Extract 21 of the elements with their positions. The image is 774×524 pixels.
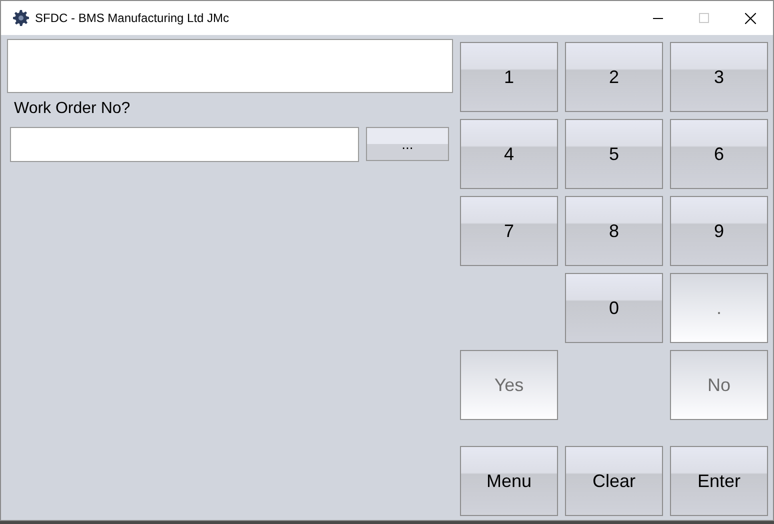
keypad-button[interactable]: 5 [565, 119, 663, 189]
keypad-button[interactable]: 1 [460, 42, 558, 112]
close-icon [744, 12, 756, 24]
keypad-button[interactable]: 7 [460, 196, 558, 266]
prompt-label: Work Order No? [14, 100, 132, 119]
keypad-button[interactable]: Menu [460, 446, 558, 516]
keypad-button[interactable]: 9 [670, 196, 768, 266]
keypad-button[interactable]: 6 [670, 119, 768, 189]
browse-button[interactable]: ... [366, 127, 449, 161]
maximize-icon [699, 13, 709, 23]
message-box[interactable] [7, 39, 453, 93]
keypad-button[interactable]: Enter [670, 446, 768, 516]
keypad-button[interactable]: 4 [460, 119, 558, 189]
keypad-button[interactable]: 0 [565, 273, 663, 343]
keypad-button[interactable]: Clear [565, 446, 663, 516]
keypad-button[interactable]: 2 [565, 42, 663, 112]
window-title: SFDC - BMS Manufacturing Ltd JMc [35, 11, 230, 25]
keypad-button[interactable]: 8 [565, 196, 663, 266]
gear-icon [13, 10, 29, 26]
keypad-button[interactable]: 3 [670, 42, 768, 112]
work-order-field[interactable] [10, 127, 359, 162]
